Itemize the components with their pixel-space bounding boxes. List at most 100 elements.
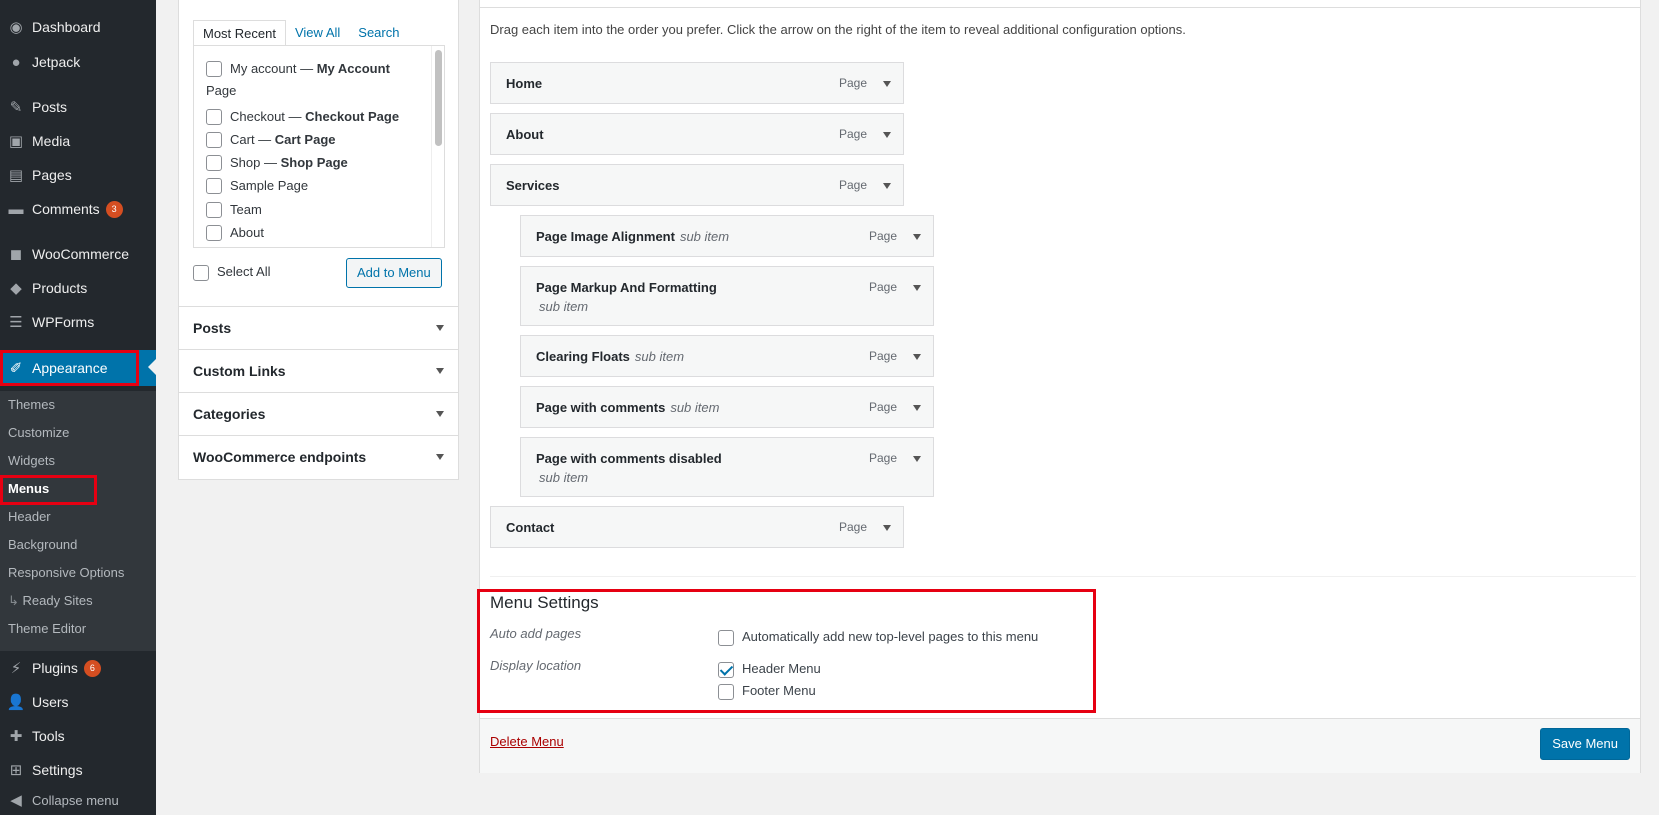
expand-arrow-icon[interactable] bbox=[883, 132, 891, 138]
woocommerce-icon: ◼ bbox=[9, 246, 23, 263]
expand-arrow-icon[interactable] bbox=[883, 525, 891, 531]
expand-arrow-icon[interactable] bbox=[913, 285, 921, 291]
menu-item-page-markup-and-formatting[interactable]: Page Markup And Formatting sub item Page bbox=[520, 266, 934, 326]
plugin-icon: ⚡ bbox=[10, 660, 22, 677]
menu-item-contact[interactable]: Contact Page bbox=[490, 506, 904, 548]
page-checkbox[interactable] bbox=[206, 132, 222, 148]
caret-down-icon bbox=[436, 454, 444, 460]
caret-down-icon bbox=[436, 368, 444, 374]
submenu-item-ready-sites[interactable]: ↳ Ready Sites bbox=[8, 589, 93, 613]
user-icon: 👤 bbox=[6, 694, 26, 711]
save-menu-button[interactable]: Save Menu bbox=[1540, 728, 1630, 760]
sidebar-item-settings[interactable]: ⊞ Settings bbox=[0, 753, 156, 787]
submenu-item-header[interactable]: Header bbox=[8, 505, 51, 529]
accordion-categories[interactable]: Categories bbox=[179, 392, 458, 435]
list-item[interactable]: Team bbox=[206, 199, 262, 221]
page-checkbox[interactable] bbox=[206, 61, 222, 77]
divider bbox=[490, 576, 1636, 577]
sidebar-item-users[interactable]: 👤 Users bbox=[0, 685, 156, 719]
pages-icon: ▤ bbox=[8, 167, 24, 184]
scrollbar-track[interactable] bbox=[431, 46, 444, 247]
submenu-item-responsive-options[interactable]: Responsive Options bbox=[8, 561, 124, 585]
expand-arrow-icon[interactable] bbox=[883, 183, 891, 189]
sidebar-item-wpforms[interactable]: ☰ WPForms bbox=[0, 305, 156, 339]
dashboard-icon: ◉ bbox=[9, 19, 23, 36]
page-checkbox[interactable] bbox=[206, 202, 222, 218]
sidebar-item-dashboard[interactable]: ◉ Dashboard bbox=[0, 10, 156, 44]
submenu-item-label: Ready Sites bbox=[22, 593, 93, 608]
list-item[interactable]: Cart — Cart Page bbox=[206, 129, 336, 151]
menu-item-page-image-alignment[interactable]: Page Image Alignment sub item Page bbox=[520, 215, 934, 257]
submenu-item-widgets[interactable]: Widgets bbox=[8, 449, 55, 473]
menu-settings-highlight bbox=[477, 589, 1096, 713]
menu-item-about[interactable]: About Page bbox=[490, 113, 904, 155]
settings-icon: ⊞ bbox=[9, 762, 23, 779]
page-checkbox[interactable] bbox=[206, 178, 222, 194]
divider bbox=[480, 7, 1640, 8]
sidebar-item-comments[interactable]: ▬ Comments 3 bbox=[0, 192, 156, 226]
expand-arrow-icon[interactable] bbox=[883, 81, 891, 87]
sidebar-item-plugins[interactable]: ⚡ Plugins 6 bbox=[0, 651, 156, 685]
pages-tabs: Most Recent View All Search bbox=[193, 20, 408, 46]
tab-view-all[interactable]: View All bbox=[286, 20, 349, 46]
expand-arrow-icon[interactable] bbox=[913, 405, 921, 411]
submenu-item-customize[interactable]: Customize bbox=[8, 421, 69, 445]
sidebar-item-products[interactable]: ◆ Products bbox=[0, 271, 156, 305]
media-icon: ▣ bbox=[8, 133, 24, 150]
jetpack-icon: ● bbox=[11, 53, 21, 71]
caret-down-icon bbox=[436, 325, 444, 331]
menu-footer bbox=[480, 718, 1640, 773]
products-icon: ◆ bbox=[10, 280, 22, 297]
plugins-count-badge: 6 bbox=[83, 659, 101, 677]
collapse-menu-button[interactable]: ◀ Collapse menu bbox=[0, 786, 156, 814]
tab-most-recent[interactable]: Most Recent bbox=[193, 20, 286, 46]
add-to-menu-button[interactable]: Add to Menu bbox=[346, 258, 442, 288]
list-item[interactable]: Shop — Shop Page bbox=[206, 152, 348, 174]
scrollbar-thumb[interactable] bbox=[435, 50, 442, 146]
comments-count-badge: 3 bbox=[105, 200, 123, 218]
comment-icon: ▬ bbox=[8, 200, 24, 218]
menu-item-page-with-comments[interactable]: Page with comments sub item Page bbox=[520, 386, 934, 428]
select-all[interactable]: Select All bbox=[193, 262, 270, 281]
tab-search[interactable]: Search bbox=[349, 20, 408, 46]
submenu-item-background[interactable]: Background bbox=[8, 533, 77, 557]
appearance-highlight bbox=[0, 350, 139, 386]
sidebar-item-posts[interactable]: ✎ Posts bbox=[0, 90, 156, 124]
sidebar-item-woocommerce[interactable]: ◼ WooCommerce bbox=[0, 237, 156, 271]
forms-icon: ☰ bbox=[9, 314, 23, 331]
page-checkbox[interactable] bbox=[206, 225, 222, 241]
page-checkbox[interactable] bbox=[206, 109, 222, 125]
sidebar-item-media[interactable]: ▣ Media bbox=[0, 124, 156, 158]
appearance-submenu: Themes Customize Widgets Menus Header Ba… bbox=[0, 391, 156, 651]
list-item[interactable]: Checkout — Checkout Page bbox=[206, 106, 399, 128]
menus-highlight bbox=[0, 475, 97, 505]
caret-down-icon bbox=[436, 411, 444, 417]
list-item[interactable]: Sample Page bbox=[206, 175, 308, 197]
list-item[interactable]: My account — My Account Page bbox=[206, 58, 416, 102]
menu-item-home[interactable]: Home Page bbox=[490, 62, 904, 104]
accordion-woocommerce-endpoints[interactable]: WooCommerce endpoints bbox=[179, 435, 458, 478]
select-all-checkbox[interactable] bbox=[193, 265, 209, 281]
page-checkbox[interactable] bbox=[206, 155, 222, 171]
list-item[interactable]: About bbox=[206, 222, 264, 244]
accordion-posts[interactable]: Posts bbox=[179, 306, 458, 349]
expand-arrow-icon[interactable] bbox=[913, 234, 921, 240]
menu-instructions: Drag each item into the order you prefer… bbox=[490, 22, 1186, 37]
pages-checklist: My account — My Account Page Checkout — C… bbox=[193, 45, 445, 248]
sidebar-item-pages[interactable]: ▤ Pages bbox=[0, 158, 156, 192]
menu-item-services[interactable]: Services Page bbox=[490, 164, 904, 206]
accordion-custom-links[interactable]: Custom Links bbox=[179, 349, 458, 392]
expand-arrow-icon[interactable] bbox=[913, 354, 921, 360]
delete-menu-link[interactable]: Delete Menu bbox=[490, 734, 564, 749]
add-menu-items-panel: Most Recent View All Search My account —… bbox=[178, 0, 459, 480]
menu-item-clearing-floats[interactable]: Clearing Floats sub item Page bbox=[520, 335, 934, 377]
pin-icon: ✎ bbox=[9, 99, 23, 116]
admin-sidebar: ◉ Dashboard ● Jetpack ✎ Posts ▣ Media ▤ … bbox=[0, 0, 156, 815]
submenu-item-theme-editor[interactable]: Theme Editor bbox=[8, 617, 86, 641]
expand-arrow-icon[interactable] bbox=[913, 456, 921, 462]
sidebar-item-tools[interactable]: ✚ Tools bbox=[0, 719, 156, 753]
sidebar-item-jetpack[interactable]: ● Jetpack bbox=[0, 45, 156, 79]
submenu-item-themes[interactable]: Themes bbox=[8, 393, 55, 417]
collapse-icon: ◀ bbox=[10, 792, 22, 809]
menu-item-page-with-comments-disabled[interactable]: Page with comments disabled sub item Pag… bbox=[520, 437, 934, 497]
